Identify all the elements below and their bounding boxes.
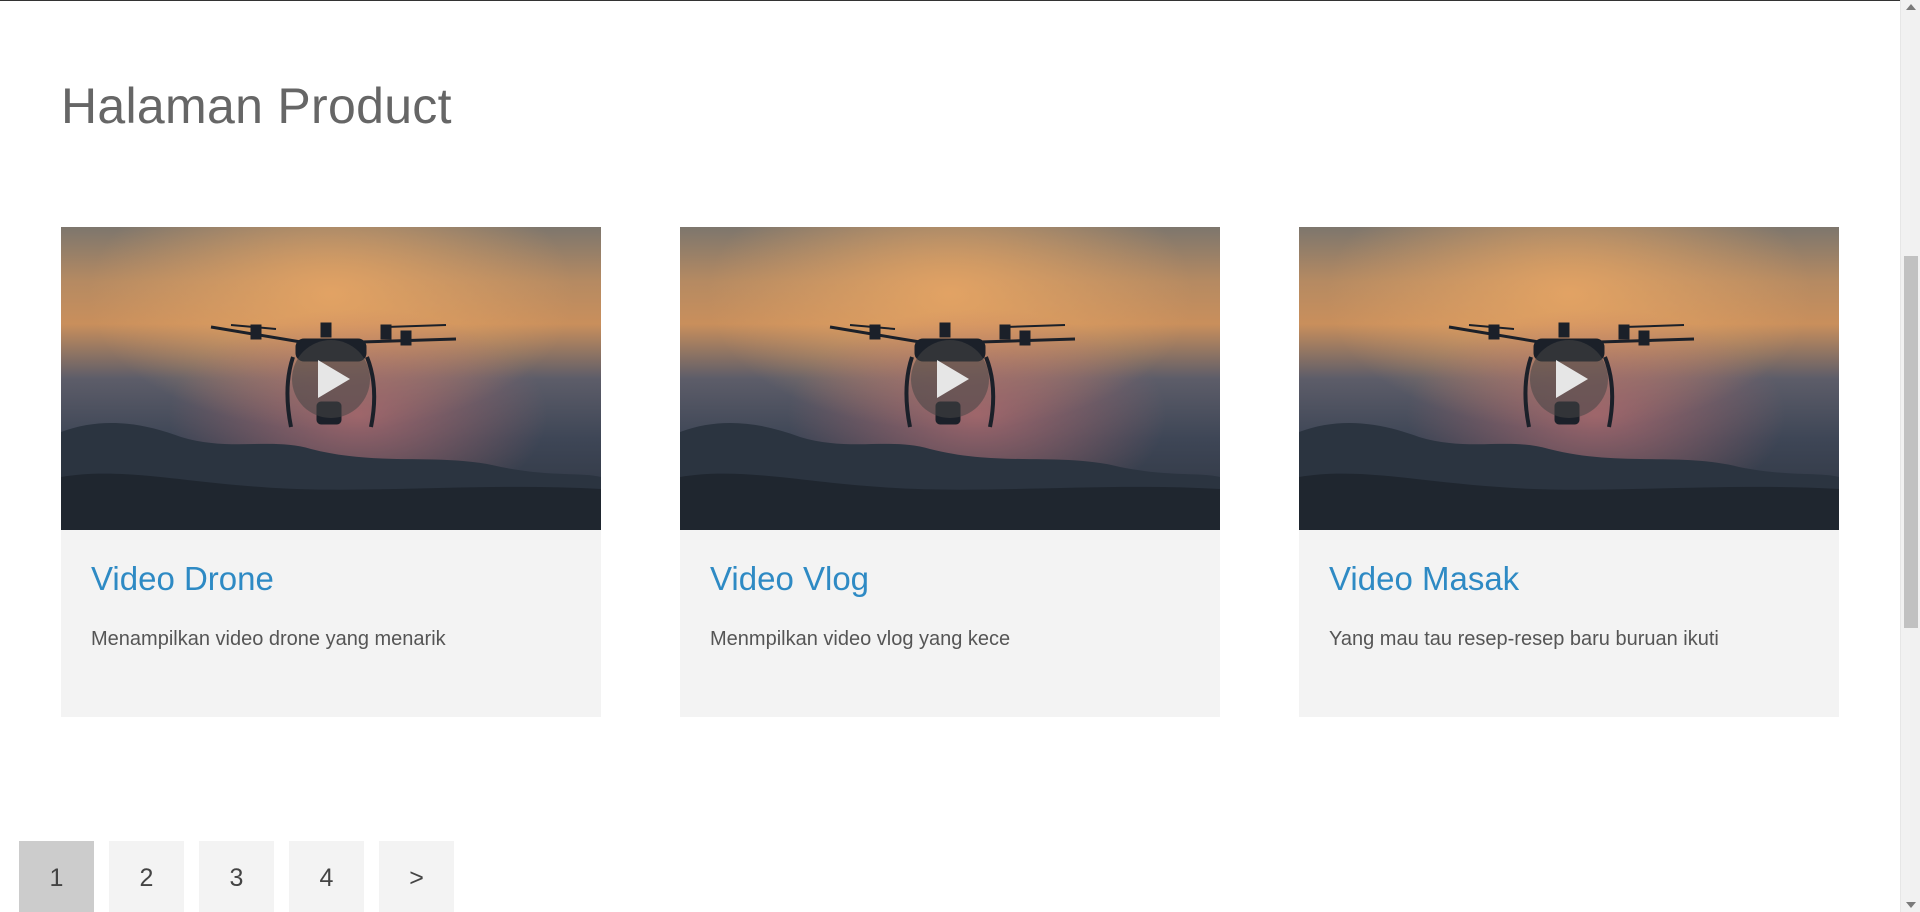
page-title: Halaman Product [61, 78, 452, 134]
main-content: Halaman Product Video Drone Menampilkan … [0, 0, 1900, 912]
play-button[interactable] [1530, 340, 1608, 418]
play-button[interactable] [292, 340, 370, 418]
page-button-2[interactable]: 2 [109, 841, 184, 912]
product-card[interactable]: Video Vlog Menmpilkan video vlog yang ke… [680, 227, 1220, 717]
play-button[interactable] [911, 340, 989, 418]
play-icon [318, 360, 350, 398]
play-icon [937, 360, 969, 398]
product-card[interactable]: Video Masak Yang mau tau resep-resep bar… [1299, 227, 1839, 717]
product-card[interactable]: Video Drone Menampilkan video drone yang… [61, 227, 601, 717]
vertical-scrollbar[interactable] [1900, 0, 1920, 912]
next-page-button[interactable]: > [379, 841, 454, 912]
product-card-list: Video Drone Menampilkan video drone yang… [61, 227, 1839, 717]
video-thumbnail[interactable] [1299, 227, 1839, 530]
video-thumbnail[interactable] [61, 227, 601, 530]
page: Halaman Product Video Drone Menampilkan … [0, 0, 1920, 912]
card-title-link[interactable]: Video Drone [91, 559, 274, 599]
video-thumbnail[interactable] [680, 227, 1220, 530]
scroll-down-icon[interactable] [1906, 902, 1916, 908]
page-button-4[interactable]: 4 [289, 841, 364, 912]
card-title-link[interactable]: Video Masak [1329, 559, 1519, 599]
play-icon [1556, 360, 1588, 398]
page-button-3[interactable]: 3 [199, 841, 274, 912]
card-description: Menampilkan video drone yang menarik [91, 628, 446, 650]
card-description: Menmpilkan video vlog yang kece [710, 628, 1011, 650]
scrollbar-thumb[interactable] [1904, 256, 1918, 628]
card-description: Yang mau tau resep-resep baru buruan iku… [1329, 628, 1719, 650]
page-button-1[interactable]: 1 [19, 841, 94, 912]
card-title-link[interactable]: Video Vlog [710, 559, 869, 599]
scroll-up-icon[interactable] [1906, 4, 1916, 10]
